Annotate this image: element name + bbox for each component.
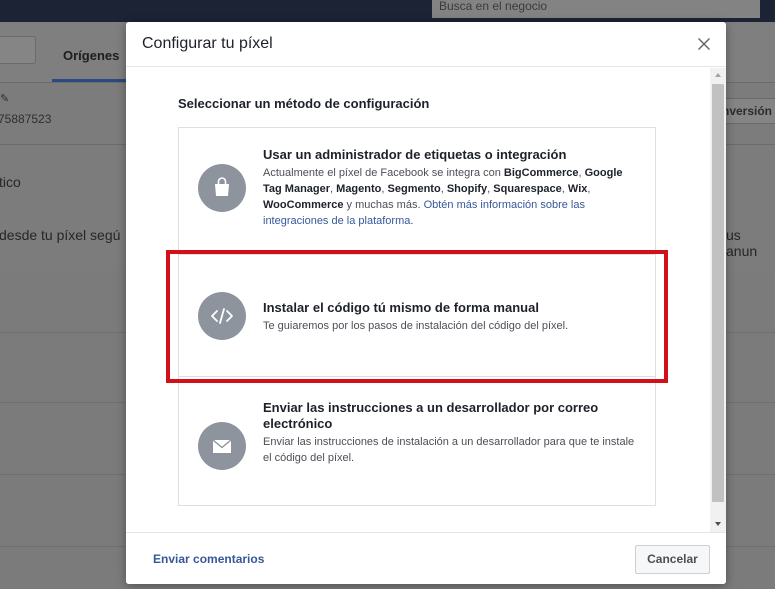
code-icon bbox=[198, 292, 246, 340]
conversion-button[interactable]: nversión bbox=[720, 98, 775, 124]
description-text-right: us anun bbox=[726, 227, 758, 259]
dialog-footer: Enviar comentarios Cancelar bbox=[126, 532, 726, 584]
integration-name: Magento bbox=[336, 183, 382, 195]
scroll-down-arrow-icon[interactable] bbox=[715, 522, 721, 526]
dialog-header: Configurar tu píxel bbox=[126, 22, 726, 67]
option-description: Actualmente el píxel de Facebook se inte… bbox=[263, 165, 643, 229]
close-icon bbox=[697, 37, 711, 51]
option-description: Te guiaremos por los pasos de instalació… bbox=[263, 320, 569, 332]
option-manual-install[interactable]: Instalar el código tú mismo de forma man… bbox=[178, 254, 656, 377]
integration-name: Shopify bbox=[446, 183, 488, 195]
section-title: Seleccionar un método de configuración bbox=[178, 96, 430, 111]
option-description: Enviar las instrucciones de instalación … bbox=[263, 436, 635, 464]
integration-name: BigCommerce bbox=[503, 167, 579, 179]
back-button[interactable] bbox=[0, 36, 36, 64]
period: . bbox=[410, 215, 414, 227]
option-title: Instalar el código tú mismo de forma man… bbox=[263, 300, 539, 315]
envelope-icon bbox=[198, 422, 246, 470]
business-search-input[interactable]: Busca en el negocio bbox=[432, 0, 760, 18]
configure-pixel-dialog: Configurar tu píxel Seleccionar un métod… bbox=[126, 22, 726, 584]
option-title: Enviar las instrucciones a un desarrolla… bbox=[263, 400, 599, 431]
shopping-bag-icon bbox=[198, 164, 246, 212]
integration-name: WooCommerce bbox=[263, 199, 344, 211]
status-text: tico bbox=[0, 174, 21, 190]
option-tag-manager-integration[interactable]: Usar un administrador de etiquetas o int… bbox=[178, 127, 656, 255]
integration-name: Squarespace bbox=[493, 183, 562, 195]
option-description-tail: y muchas más. bbox=[343, 199, 424, 211]
dialog-body: Seleccionar un método de configuración U… bbox=[126, 68, 726, 532]
dialog-scrollbar[interactable] bbox=[710, 68, 726, 532]
scrollbar-thumb[interactable] bbox=[712, 84, 724, 502]
option-description-intro: Actualmente el píxel de Facebook se inte… bbox=[263, 167, 504, 179]
top-navigation-bar: Busca en el negocio bbox=[0, 0, 775, 22]
description-text: desde tu píxel segú bbox=[0, 227, 121, 243]
scroll-up-arrow-icon[interactable] bbox=[715, 73, 721, 77]
integration-name: Segmento bbox=[387, 183, 441, 195]
close-button[interactable] bbox=[692, 32, 716, 56]
separator: , bbox=[587, 183, 591, 195]
tab-origenes[interactable]: Orígenes bbox=[52, 38, 128, 82]
dialog-title: Configurar tu píxel bbox=[142, 35, 273, 52]
cancel-button[interactable]: Cancelar bbox=[635, 545, 710, 574]
send-feedback-link[interactable]: Enviar comentarios bbox=[153, 552, 264, 566]
option-email-developer[interactable]: Enviar las instrucciones a un desarrolla… bbox=[178, 376, 656, 506]
pencil-icon: ✎ bbox=[0, 93, 10, 105]
option-title: Usar un administrador de etiquetas o int… bbox=[263, 147, 567, 162]
pixel-id: 75887523 bbox=[0, 112, 52, 126]
integration-name: Wix bbox=[567, 183, 588, 195]
